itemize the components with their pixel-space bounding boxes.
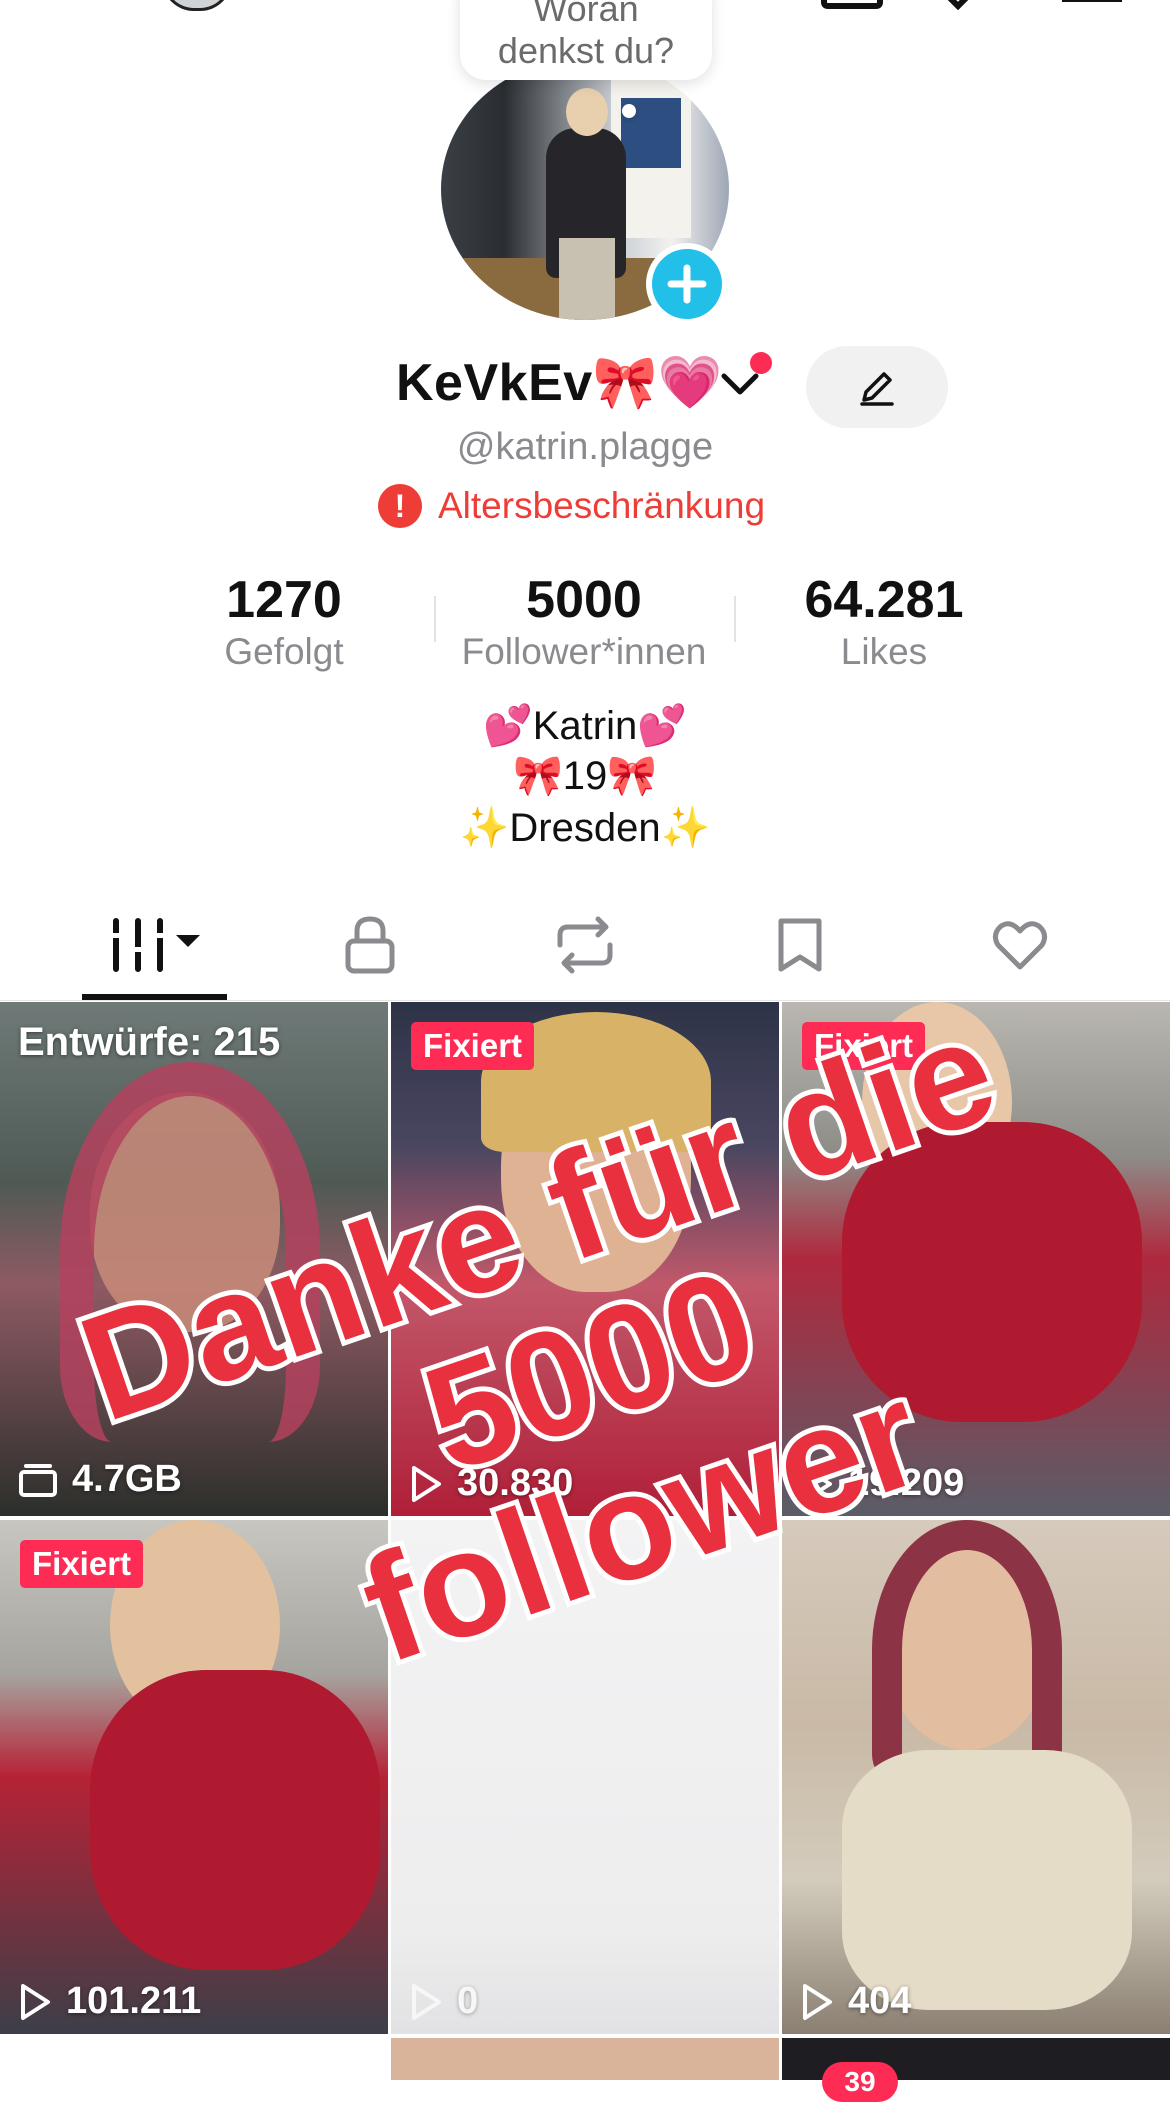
pinned-badge: Fixiert bbox=[802, 1022, 926, 1070]
menu-icon[interactable] bbox=[1062, 0, 1122, 2]
bio-line: 💕Katrin💕 bbox=[482, 704, 688, 748]
add-friends-icon[interactable] bbox=[30, 0, 120, 10]
bubble-line1: Woran bbox=[533, 0, 639, 29]
plus-icon bbox=[667, 264, 707, 304]
stat-following[interactable]: 1270 Gefolgt bbox=[134, 570, 434, 674]
view-count-label: 101.211 bbox=[66, 1980, 202, 2022]
drafts-icon bbox=[19, 1463, 57, 1497]
footprint-icon[interactable] bbox=[928, 0, 998, 10]
tab-bookmarks[interactable] bbox=[750, 900, 850, 990]
stat-likes[interactable]: 64.281 Likes bbox=[734, 570, 1034, 674]
alert-icon: ! bbox=[378, 484, 422, 528]
heart-outline-icon bbox=[992, 921, 1048, 970]
view-count: 0 bbox=[409, 1980, 478, 2023]
view-count: 101.211 bbox=[18, 1980, 201, 2023]
edit-profile-button[interactable] bbox=[806, 346, 948, 428]
followers-count: 5000 bbox=[526, 571, 642, 629]
drafts-size: 4.7GB bbox=[18, 1458, 182, 1501]
view-count: 30.830 bbox=[409, 1462, 573, 1505]
pinned-badge: Fixiert bbox=[411, 1022, 535, 1070]
stat-followers[interactable]: 5000 Follower*innen bbox=[434, 570, 734, 674]
view-count-label: 30.830 bbox=[457, 1462, 574, 1504]
grid-bars-icon bbox=[109, 918, 200, 972]
notification-dot bbox=[750, 352, 772, 374]
drafts-label: Entwürfe: 215 bbox=[18, 1020, 281, 1064]
repost-icon bbox=[557, 916, 613, 974]
view-count-label: 0 bbox=[457, 1980, 479, 2022]
play-icon bbox=[412, 1983, 441, 2020]
grid-item-video[interactable]: Fixiert 30.830 bbox=[391, 1002, 779, 1516]
view-count-label: 404 bbox=[848, 1980, 912, 2022]
play-icon bbox=[21, 1983, 50, 2020]
age-restriction[interactable]: ! Altersbeschränkung bbox=[378, 484, 765, 528]
followers-label: Follower*innen bbox=[461, 631, 707, 672]
grid-item-video[interactable]: 0 bbox=[391, 1520, 779, 2034]
following-count: 1270 bbox=[226, 571, 342, 629]
top-avatar[interactable] bbox=[162, 0, 232, 11]
play-icon bbox=[803, 1465, 832, 1502]
profile-handle: @katrin.plagge bbox=[456, 426, 714, 468]
grid-item-video[interactable]: Fixiert 19.209 bbox=[782, 1002, 1170, 1516]
play-icon bbox=[803, 1983, 832, 2020]
play-icon bbox=[412, 1465, 441, 1502]
tabs-divider bbox=[0, 1000, 1170, 1001]
inbox-badge: 39 bbox=[822, 2062, 898, 2102]
grid-item-drafts[interactable]: Entwürfe: 215 4.7GB bbox=[0, 1002, 388, 1516]
following-label: Gefolgt bbox=[224, 631, 344, 672]
bubble-line2: denkst du? bbox=[497, 30, 675, 71]
pinned-badge: Fixiert bbox=[20, 1540, 144, 1588]
add-story-button[interactable] bbox=[646, 243, 728, 325]
likes-label: Likes bbox=[840, 631, 928, 672]
lock-icon bbox=[345, 916, 395, 974]
tab-liked[interactable] bbox=[970, 900, 1070, 990]
view-count: 19.209 bbox=[800, 1462, 964, 1505]
age-restriction-label: Altersbeschränkung bbox=[438, 485, 766, 526]
drafts-size-label: 4.7GB bbox=[72, 1458, 182, 1500]
tab-reposts[interactable] bbox=[535, 900, 635, 990]
username: KeVkEv🎀💗 bbox=[396, 354, 724, 412]
tab-videos[interactable] bbox=[104, 900, 204, 990]
thoughts-bubble[interactable]: Woran denkst du? bbox=[460, 0, 712, 80]
likes-count: 64.281 bbox=[804, 571, 964, 629]
view-count: 404 bbox=[800, 1980, 911, 2023]
bookmark-icon bbox=[778, 918, 822, 972]
bio-line: ✨Dresden✨ bbox=[459, 806, 711, 850]
grid-item-video[interactable]: 404 bbox=[782, 1520, 1170, 2034]
pencil-icon bbox=[860, 372, 894, 406]
view-count-label: 19.209 bbox=[848, 1462, 965, 1504]
chevron-down-icon[interactable] bbox=[718, 370, 762, 400]
calendar-icon[interactable] bbox=[818, 0, 888, 10]
grid-item-partial[interactable] bbox=[391, 2038, 779, 2080]
bio-line: 🎀19🎀 bbox=[512, 754, 658, 798]
grid-item-video[interactable]: Fixiert 101.211 bbox=[0, 1520, 388, 2034]
tab-private[interactable] bbox=[320, 900, 420, 990]
bubble-tail bbox=[622, 104, 636, 118]
